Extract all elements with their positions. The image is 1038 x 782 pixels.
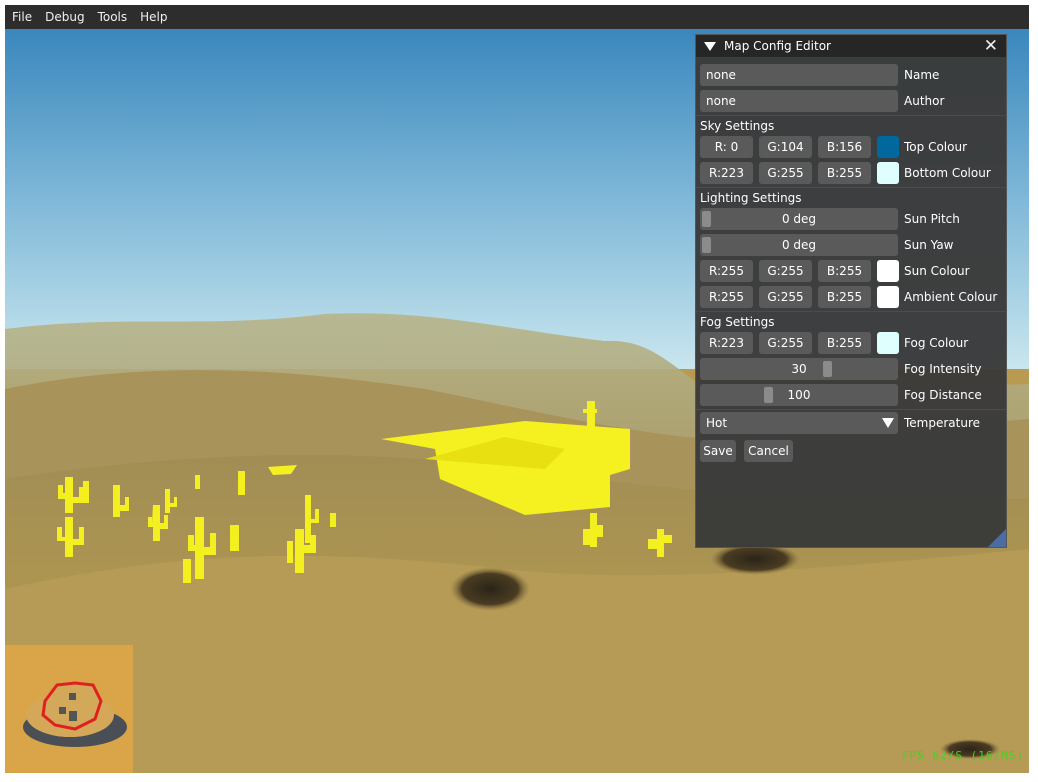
ambient-colour-label: Ambient Colour: [904, 290, 998, 304]
sky-bottom-g-field[interactable]: G:255: [759, 162, 812, 184]
separator: [696, 187, 1006, 188]
separator: [696, 409, 1006, 410]
separator: [696, 115, 1006, 116]
sun-colour-label: Sun Colour: [904, 264, 970, 278]
ambient-colour-swatch[interactable]: [877, 286, 899, 308]
name-value: none: [706, 68, 736, 82]
sun-g-field[interactable]: G:255: [759, 260, 812, 282]
temperature-label: Temperature: [904, 416, 981, 430]
fog-colour-swatch[interactable]: [877, 332, 899, 354]
menu-debug[interactable]: Debug: [38, 5, 90, 29]
fog-settings-heading: Fog Settings: [700, 315, 775, 329]
menu-tools[interactable]: Tools: [91, 5, 134, 29]
fog-intensity-value: 30: [791, 362, 807, 376]
fog-b-field[interactable]: B:255: [818, 332, 871, 354]
fog-colour-label: Fog Colour: [904, 336, 969, 350]
sun-b-field[interactable]: B:255: [818, 260, 871, 282]
sky-bottom-r-field[interactable]: R:223: [700, 162, 753, 184]
author-field[interactable]: none: [700, 90, 898, 112]
minimap-marker: [69, 693, 76, 700]
editor-titlebar[interactable]: Map Config Editor ✕: [696, 35, 1006, 57]
sun-yaw-slider[interactable]: 0 deg: [700, 234, 898, 256]
sun-pitch-label: Sun Pitch: [904, 212, 960, 226]
sky-top-b-field[interactable]: B:156: [818, 136, 871, 158]
sun-colour-swatch[interactable]: [877, 260, 899, 282]
minimap-marker: [69, 711, 77, 721]
sky-top-swatch[interactable]: [877, 136, 899, 158]
ambient-r-field[interactable]: R:255: [700, 286, 753, 308]
temperature-value: Hot: [706, 416, 728, 430]
menu-bar: File Debug Tools Help: [5, 5, 1029, 29]
sky-bottom-b-field[interactable]: B:255: [818, 162, 871, 184]
minimap[interactable]: [5, 645, 133, 773]
sky-bottom-swatch[interactable]: [877, 162, 899, 184]
close-icon[interactable]: ✕: [984, 36, 998, 56]
fog-distance-value: 100: [787, 388, 811, 402]
menu-file[interactable]: File: [5, 5, 38, 29]
fog-r-field[interactable]: R:223: [700, 332, 753, 354]
fog-distance-slider[interactable]: 100: [700, 384, 898, 406]
sun-pitch-slider[interactable]: 0 deg: [700, 208, 898, 230]
sun-yaw-value: 0 deg: [781, 238, 817, 252]
dry-shrub: [450, 567, 530, 611]
temperature-dropdown[interactable]: Hot: [700, 412, 898, 434]
author-value: none: [706, 94, 736, 108]
sky-top-label: Top Colour: [904, 140, 967, 154]
menu-help[interactable]: Help: [133, 5, 173, 29]
fog-g-field[interactable]: G:255: [759, 332, 812, 354]
fog-intensity-slider[interactable]: 30: [700, 358, 898, 380]
author-label: Author: [904, 94, 945, 108]
editor-title: Map Config Editor: [724, 39, 831, 53]
sky-bottom-label: Bottom Colour: [904, 166, 991, 180]
fps-counter: FPS 62/S (16/MS): [902, 749, 1024, 762]
map-config-editor: Map Config Editor ✕ none Name none Autho…: [695, 34, 1007, 548]
save-button[interactable]: Save: [700, 440, 736, 462]
cancel-button[interactable]: Cancel: [744, 440, 793, 462]
sun-yaw-label: Sun Yaw: [904, 238, 954, 252]
resize-grip-icon[interactable]: [988, 529, 1006, 547]
fog-intensity-label: Fog Intensity: [904, 362, 982, 376]
sky-settings-heading: Sky Settings: [700, 119, 775, 133]
sky-top-r-field[interactable]: R: 0: [700, 136, 753, 158]
separator: [696, 311, 1006, 312]
fog-distance-label: Fog Distance: [904, 388, 982, 402]
minimap-marker: [59, 707, 66, 714]
dropdown-arrow-icon: [882, 418, 894, 428]
sky-top-g-field[interactable]: G:104: [759, 136, 812, 158]
ambient-b-field[interactable]: B:255: [818, 286, 871, 308]
collapse-arrow-icon[interactable]: [704, 41, 716, 51]
lighting-settings-heading: Lighting Settings: [700, 191, 802, 205]
name-field[interactable]: none: [700, 64, 898, 86]
name-label: Name: [904, 68, 940, 82]
sun-r-field[interactable]: R:255: [700, 260, 753, 282]
sun-pitch-value: 0 deg: [781, 212, 817, 226]
ambient-g-field[interactable]: G:255: [759, 286, 812, 308]
